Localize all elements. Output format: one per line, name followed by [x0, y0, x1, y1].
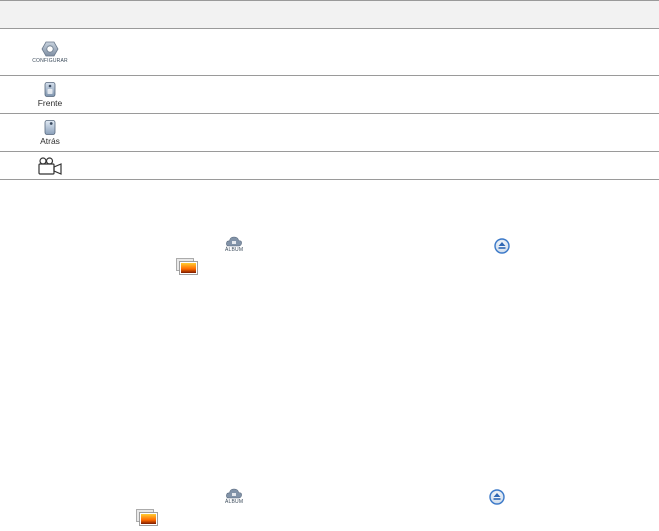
camera-options-table: CONFIGURAR Frente Atrás — [0, 0, 659, 180]
photo-gallery-icon — [176, 258, 198, 275]
table-header — [0, 0, 659, 29]
video-button[interactable] — [20, 152, 80, 179]
configure-button[interactable]: CONFIGURAR — [20, 29, 80, 75]
table-row-rear: Atrás — [0, 114, 659, 152]
rear-camera-button[interactable]: Atrás — [20, 114, 80, 151]
eject-button[interactable] — [489, 489, 505, 510]
configure-label: CONFIGURAR — [32, 57, 68, 64]
front-camera-button[interactable]: Frente — [20, 76, 80, 113]
table-row-front: Frente — [0, 76, 659, 114]
table-row-video — [0, 152, 659, 180]
album-cloud-icon — [226, 236, 242, 247]
rear-camera-icon — [44, 119, 56, 135]
album-label: ÁLBUM — [225, 499, 244, 505]
front-camera-icon — [44, 81, 56, 97]
photo-gallery-icon — [136, 509, 158, 526]
album-cloud-icon — [226, 488, 242, 499]
eject-button[interactable] — [494, 238, 510, 259]
rear-label: Atrás — [40, 135, 60, 146]
album-label: ÁLBUM — [225, 247, 244, 253]
video-camera-icon — [38, 156, 62, 175]
eject-icon — [489, 489, 505, 505]
album-button[interactable]: ÁLBUM — [225, 235, 243, 253]
table-row-configure: CONFIGURAR — [0, 29, 659, 76]
album-button[interactable]: ÁLBUM — [225, 487, 243, 505]
gallery-button[interactable] — [136, 509, 158, 531]
front-label: Frente — [37, 97, 63, 108]
eject-icon — [494, 238, 510, 254]
settings-gear-icon — [41, 41, 59, 56]
gallery-button[interactable] — [176, 258, 198, 280]
